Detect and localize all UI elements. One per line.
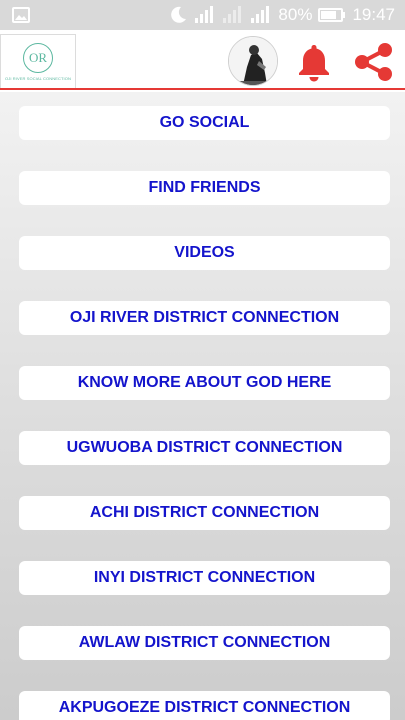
achi-district-button[interactable]: ACHI DISTRICT CONNECTION — [19, 496, 390, 530]
go-social-button[interactable]: GO SOCIAL — [19, 106, 390, 140]
bell-icon[interactable] — [295, 42, 333, 87]
status-bar: 80% 19:47 — [0, 0, 405, 30]
oji-river-district-button[interactable]: OJI RIVER DISTRICT CONNECTION — [19, 301, 390, 335]
signal-icon — [222, 6, 244, 24]
signal-icon — [250, 6, 272, 24]
find-friends-button[interactable]: FIND FRIENDS — [19, 171, 390, 205]
moon-icon — [168, 5, 188, 25]
inyi-district-button[interactable]: INYI DISTRICT CONNECTION — [19, 561, 390, 595]
logo-subtitle: OJI RIVER SOCIAL CONNECTION — [5, 75, 71, 81]
signal-icon — [194, 6, 216, 24]
videos-button[interactable]: VIDEOS — [19, 236, 390, 270]
clock: 19:47 — [352, 5, 395, 24]
awlaw-district-button[interactable]: AWLAW DISTRICT CONNECTION — [19, 626, 390, 660]
logo-initials: OR — [23, 42, 53, 73]
app-bar: OR OJI RIVER SOCIAL CONNECTION — [0, 30, 405, 90]
menu-list[interactable]: GO SOCIAL FIND FRIENDS VIDEOS OJI RIVER … — [0, 92, 405, 720]
battery-icon — [318, 7, 346, 23]
know-more-about-god-button[interactable]: KNOW MORE ABOUT GOD HERE — [19, 366, 390, 400]
battery-level: 80% — [278, 5, 313, 24]
avatar[interactable] — [228, 36, 278, 86]
ugwuoba-district-button[interactable]: UGWUOBA DISTRICT CONNECTION — [19, 431, 390, 465]
akpugoeze-district-button[interactable]: AKPUGOEZE DISTRICT CONNECTION — [19, 691, 390, 720]
app-bar-divider — [0, 88, 405, 90]
share-icon[interactable] — [352, 42, 396, 87]
app-logo[interactable]: OR OJI RIVER SOCIAL CONNECTION — [0, 34, 76, 89]
gallery-icon — [12, 7, 30, 28]
